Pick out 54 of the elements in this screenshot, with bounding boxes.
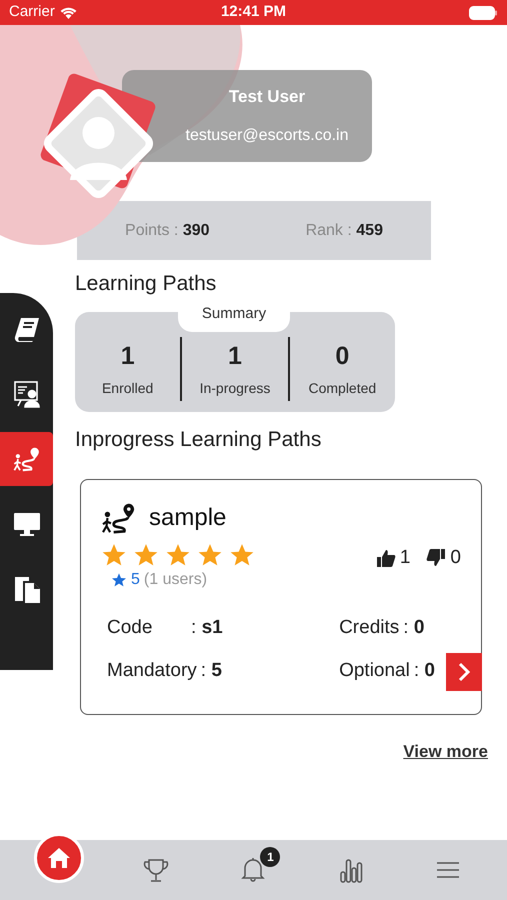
- likes-count: 1: [400, 546, 410, 570]
- rating-value: 5: [131, 570, 140, 590]
- menu-icon: [436, 860, 460, 880]
- star-icon: [101, 542, 127, 568]
- bell-icon: [241, 857, 266, 883]
- notification-badge: 1: [260, 847, 280, 867]
- next-button[interactable]: [446, 653, 482, 691]
- star-icon: [111, 572, 127, 588]
- chevron-right-icon: [457, 662, 471, 682]
- summary-caption: Enrolled: [102, 378, 154, 398]
- field-label: Code: [107, 616, 154, 640]
- summary-count: 0: [335, 341, 350, 372]
- learning-path-card[interactable]: sample 5 (1 users) 1 0 Code : s1 Credits : 0 Mandatory : 5 Optional : 0: [80, 479, 482, 715]
- walking-path-icon: [12, 445, 40, 473]
- documents-icon: [12, 575, 40, 603]
- stat-text: Points : 390: [125, 220, 210, 240]
- field-label: Credits: [339, 616, 400, 640]
- summary-caption: Completed: [308, 378, 376, 398]
- field-label: Mandatory: [107, 658, 197, 682]
- trophy-icon: [143, 857, 170, 883]
- user-name: Test User: [228, 86, 306, 108]
- star-icon: [133, 542, 159, 568]
- rating-users: (1 users): [144, 570, 208, 590]
- home-icon: [46, 845, 72, 871]
- carrier-label: Carrier: [9, 2, 55, 22]
- user-email: testuser@escorts.co.in: [186, 126, 348, 146]
- bar-chart-icon: [338, 857, 363, 883]
- thumbs-up-icon: [376, 548, 396, 568]
- summary-caption: In-progress: [200, 378, 270, 398]
- view-more-link[interactable]: View more: [403, 739, 488, 764]
- card-title: sample: [149, 503, 226, 533]
- field-value: : 0: [403, 616, 424, 640]
- star-icon: [197, 542, 223, 568]
- stat-text: Rank : 459: [306, 220, 383, 240]
- thumbs-down-icon: [426, 548, 446, 568]
- presentation-icon: [12, 380, 40, 408]
- summary-count: 1: [120, 341, 135, 372]
- field-value: : s1: [191, 616, 223, 640]
- status-time: 12:41 PM: [220, 2, 286, 22]
- summary-count: 1: [228, 341, 242, 372]
- field-value: : 0: [414, 658, 435, 682]
- book-icon: [12, 315, 40, 343]
- star-icon: [165, 542, 191, 568]
- star-icon: [229, 542, 255, 568]
- wifi-icon: [60, 6, 77, 19]
- section-title: Learning Paths: [75, 271, 218, 297]
- field-value: : 5: [200, 658, 222, 682]
- battery-icon: [468, 6, 498, 20]
- bottom-nav-item[interactable]: 1: [228, 845, 278, 895]
- monitor-icon: [12, 510, 40, 538]
- walking-path-icon: [101, 502, 137, 534]
- section-title: Inprogress Learning Paths: [75, 426, 322, 452]
- dislikes-count: 0: [450, 546, 461, 570]
- field-label: Optional: [339, 658, 410, 682]
